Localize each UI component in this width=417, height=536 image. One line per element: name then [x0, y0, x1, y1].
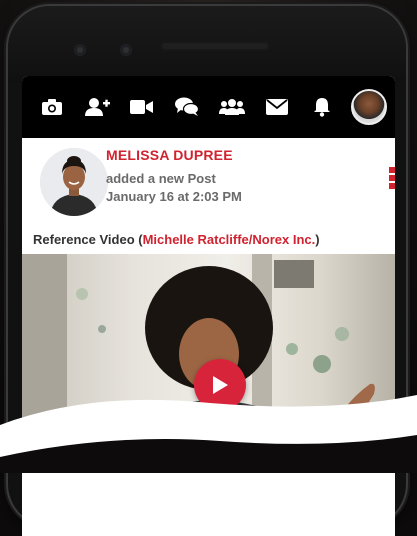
play-icon [213, 376, 228, 394]
camera-icon[interactable] [34, 89, 70, 125]
sensor-icon [74, 44, 86, 56]
bell-icon[interactable] [304, 89, 340, 125]
group-icon[interactable] [214, 89, 250, 125]
post-caption: Reference Video (Michelle Ratcliffe/Nore… [22, 232, 395, 247]
phone-bezel [8, 6, 406, 82]
post-action-text: added a new Post [106, 171, 216, 186]
post-timestamp[interactable]: January 16 at 2:03 PM [106, 189, 242, 204]
chat-icon[interactable] [169, 89, 205, 125]
post-header: MELISSA DUPREE added a new Post January … [22, 138, 395, 230]
profile-avatar[interactable] [351, 89, 387, 125]
decorative-wave [0, 395, 417, 473]
author-avatar[interactable] [40, 148, 108, 216]
front-camera-icon [120, 44, 132, 56]
caption-prefix: Reference Video ( [33, 232, 143, 247]
post-options-icon[interactable] [389, 167, 395, 191]
mail-icon[interactable] [259, 89, 295, 125]
caption-suffix: ) [315, 232, 320, 247]
author-name[interactable]: MELISSA DUPREE [106, 147, 233, 163]
caption-link[interactable]: Michelle Ratcliffe/Norex Inc. [143, 232, 316, 247]
top-toolbar [22, 76, 395, 138]
video-icon[interactable] [124, 89, 160, 125]
add-friend-icon[interactable] [79, 89, 115, 125]
earpiece-speaker [160, 41, 270, 51]
